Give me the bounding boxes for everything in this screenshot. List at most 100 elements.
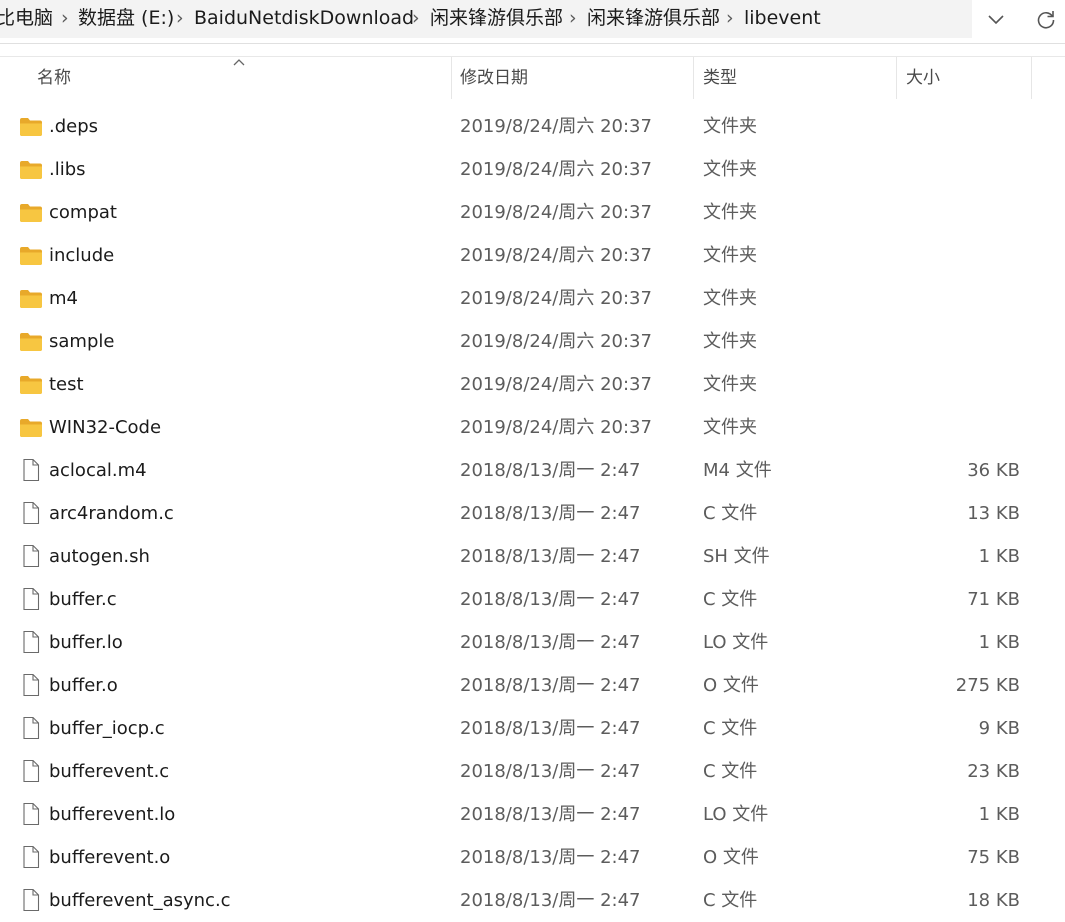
folder-icon xyxy=(19,116,43,138)
file-name[interactable]: buffer.c xyxy=(49,578,117,621)
chevron-right-icon[interactable]: › xyxy=(726,0,734,38)
file-row[interactable]: bufferevent.o 2018/8/13/周一 2:47 O 文件 75 KB xyxy=(0,836,1065,879)
file-row[interactable]: arc4random.c 2018/8/13/周一 2:47 C 文件 13 KB xyxy=(0,492,1065,535)
file-icon xyxy=(19,673,43,697)
file-modified: 2018/8/13/周一 2:47 xyxy=(460,546,641,567)
column-header-size[interactable]: 大小 xyxy=(906,57,940,99)
file-name[interactable]: buffer_iocp.c xyxy=(49,707,165,750)
file-name[interactable]: buffer.o xyxy=(49,664,118,707)
column-resize-handle[interactable] xyxy=(896,57,897,99)
file-name[interactable]: test xyxy=(49,363,84,406)
file-row[interactable]: buffer.o 2018/8/13/周一 2:47 O 文件 275 KB xyxy=(0,664,1065,707)
file-type: 文件夹 xyxy=(703,288,757,309)
address-bar: 比电脑 › 数据盘 (E:) › BaiduNetdiskDownload › … xyxy=(0,0,1065,44)
file-name[interactable]: bufferevent.lo xyxy=(49,793,175,836)
file-size: 23 KB xyxy=(967,761,1020,782)
file-type: C 文件 xyxy=(703,761,758,782)
file-icon xyxy=(19,544,43,568)
folder-icon xyxy=(19,202,43,224)
file-row[interactable]: autogen.sh 2018/8/13/周一 2:47 SH 文件 1 KB xyxy=(0,535,1065,578)
breadcrumb[interactable]: 比电脑 › 数据盘 (E:) › BaiduNetdiskDownload › … xyxy=(0,0,972,38)
file-name[interactable]: bufferevent.c xyxy=(49,750,169,793)
file-row[interactable]: .deps 2019/8/24/周六 20:37 文件夹 xyxy=(0,105,1065,148)
file-type: SH 文件 xyxy=(703,546,770,567)
file-row[interactable]: buffer.c 2018/8/13/周一 2:47 C 文件 71 KB xyxy=(0,578,1065,621)
file-type: 文件夹 xyxy=(703,245,757,266)
file-type: 文件夹 xyxy=(703,159,757,180)
column-header-name[interactable]: 名称 xyxy=(37,57,71,99)
folder-icon xyxy=(19,331,43,353)
breadcrumb-club-2[interactable]: 闲来锋游俱乐部 xyxy=(587,0,720,38)
file-name[interactable]: .libs xyxy=(49,148,86,191)
file-name[interactable]: sample xyxy=(49,320,114,363)
file-name[interactable]: m4 xyxy=(49,277,78,320)
file-type: 文件夹 xyxy=(703,116,757,137)
file-size xyxy=(900,105,1020,148)
file-name[interactable]: include xyxy=(49,234,114,277)
file-row[interactable]: bufferevent.lo 2018/8/13/周一 2:47 LO 文件 1 KB xyxy=(0,793,1065,836)
file-type: 文件夹 xyxy=(703,202,757,223)
refresh-icon[interactable] xyxy=(1024,0,1065,38)
file-list: .deps 2019/8/24/周六 20:37 文件夹 .libs 2019/8/24… xyxy=(0,105,1065,922)
file-row[interactable]: include 2019/8/24/周六 20:37 文件夹 xyxy=(0,234,1065,277)
file-modified: 2018/8/13/周一 2:47 xyxy=(460,761,641,782)
file-row[interactable]: m4 2019/8/24/周六 20:37 文件夹 xyxy=(0,277,1065,320)
file-icon xyxy=(19,630,43,654)
file-type: O 文件 xyxy=(703,847,759,868)
file-size: 1 KB xyxy=(978,804,1020,825)
column-resize-handle[interactable] xyxy=(451,57,452,99)
chevron-right-icon[interactable]: › xyxy=(61,0,69,38)
file-name[interactable]: bufferevent.o xyxy=(49,836,170,879)
file-name[interactable]: aclocal.m4 xyxy=(49,449,147,492)
file-type: C 文件 xyxy=(703,890,758,911)
file-row[interactable]: aclocal.m4 2018/8/13/周一 2:47 M4 文件 36 KB xyxy=(0,449,1065,492)
file-name[interactable]: .deps xyxy=(49,105,98,148)
sort-ascending-icon xyxy=(232,56,246,71)
column-resize-handle[interactable] xyxy=(693,57,694,99)
file-icon xyxy=(19,458,43,482)
file-type: C 文件 xyxy=(703,589,758,610)
file-type: LO 文件 xyxy=(703,632,769,653)
file-row[interactable]: .libs 2019/8/24/周六 20:37 文件夹 xyxy=(0,148,1065,191)
breadcrumb-baidunetdiskdownload[interactable]: BaiduNetdiskDownload xyxy=(194,0,414,38)
file-icon xyxy=(19,759,43,783)
breadcrumb-club-1[interactable]: 闲来锋游俱乐部 xyxy=(430,0,563,38)
file-modified: 2018/8/13/周一 2:47 xyxy=(460,890,641,911)
file-name[interactable]: compat xyxy=(49,191,117,234)
chevron-right-icon[interactable]: › xyxy=(176,0,184,38)
column-header-type[interactable]: 类型 xyxy=(703,57,737,99)
column-resize-handle[interactable] xyxy=(1031,57,1032,99)
chevron-right-icon[interactable]: › xyxy=(412,0,420,38)
file-icon xyxy=(19,716,43,740)
file-name[interactable]: bufferevent_async.c xyxy=(49,879,231,922)
file-row[interactable]: bufferevent_async.c 2018/8/13/周一 2:47 C 文件… xyxy=(0,879,1065,922)
file-row[interactable]: sample 2019/8/24/周六 20:37 文件夹 xyxy=(0,320,1065,363)
file-name[interactable]: buffer.lo xyxy=(49,621,123,664)
file-size xyxy=(900,277,1020,320)
file-size: 36 KB xyxy=(967,460,1020,481)
file-row[interactable]: buffer.lo 2018/8/13/周一 2:47 LO 文件 1 KB xyxy=(0,621,1065,664)
breadcrumb-drive[interactable]: 数据盘 (E:) xyxy=(78,0,174,38)
breadcrumb-libevent[interactable]: libevent xyxy=(744,0,821,38)
file-type: M4 文件 xyxy=(703,460,772,481)
file-row[interactable]: bufferevent.c 2018/8/13/周一 2:47 C 文件 23 KB xyxy=(0,750,1065,793)
file-size: 1 KB xyxy=(978,546,1020,567)
file-name[interactable]: autogen.sh xyxy=(49,535,150,578)
file-row[interactable]: WIN32-Code 2019/8/24/周六 20:37 文件夹 xyxy=(0,406,1065,449)
file-name[interactable]: WIN32-Code xyxy=(49,406,161,449)
file-row[interactable]: test 2019/8/24/周六 20:37 文件夹 xyxy=(0,363,1065,406)
file-size: 9 KB xyxy=(978,718,1020,739)
file-row[interactable]: compat 2019/8/24/周六 20:37 文件夹 xyxy=(0,191,1065,234)
chevron-down-icon[interactable] xyxy=(974,0,1018,38)
chevron-right-icon[interactable]: › xyxy=(569,0,577,38)
file-modified: 2019/8/24/周六 20:37 xyxy=(460,159,652,180)
file-modified: 2019/8/24/周六 20:37 xyxy=(460,116,652,137)
file-modified: 2018/8/13/周一 2:47 xyxy=(460,847,641,868)
file-row[interactable]: buffer_iocp.c 2018/8/13/周一 2:47 C 文件 9 KB xyxy=(0,707,1065,750)
column-header-modified[interactable]: 修改日期 xyxy=(460,57,528,99)
breadcrumb-this-pc[interactable]: 比电脑 xyxy=(0,0,53,38)
file-name[interactable]: arc4random.c xyxy=(49,492,174,535)
file-icon xyxy=(19,587,43,611)
file-modified: 2018/8/13/周一 2:47 xyxy=(460,589,641,610)
file-modified: 2018/8/13/周一 2:47 xyxy=(460,675,641,696)
